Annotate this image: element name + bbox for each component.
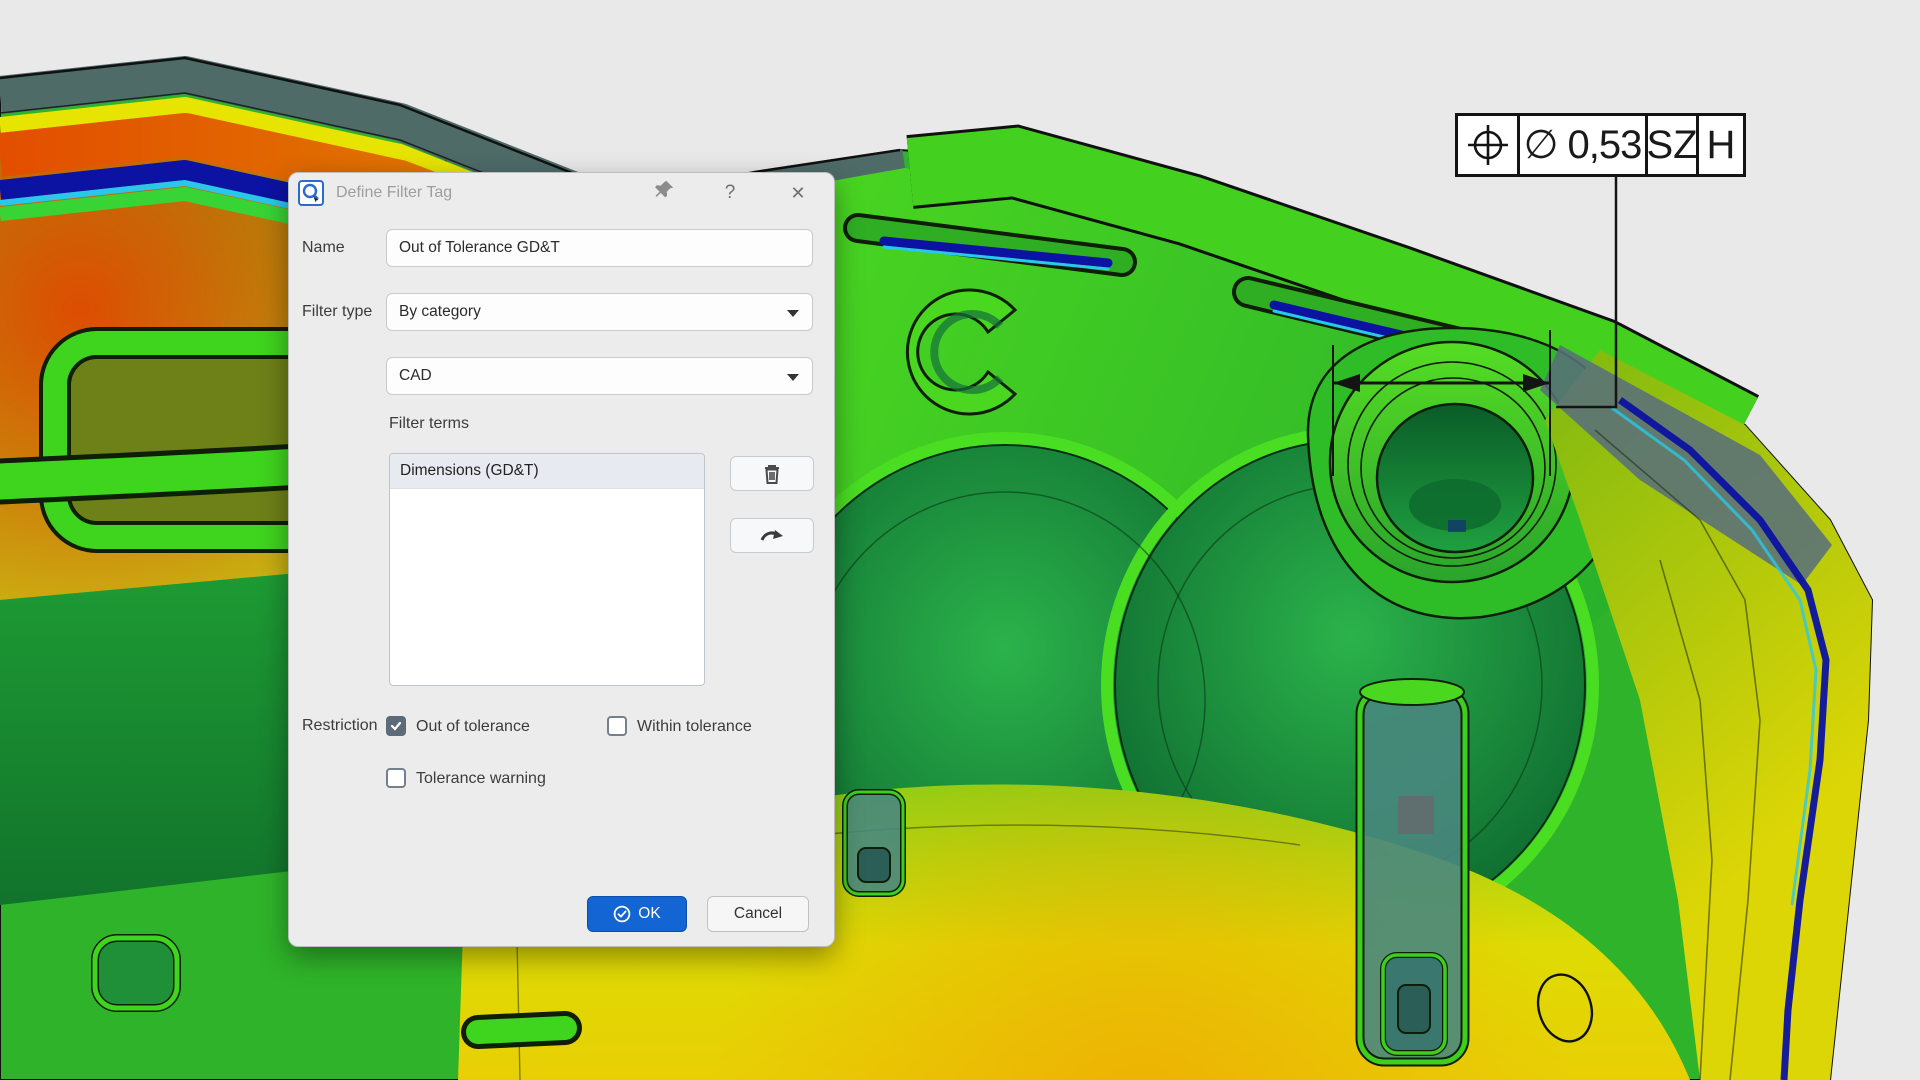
filter-type-dropdown[interactable]: By category: [386, 293, 813, 331]
redo-term-button[interactable]: [730, 518, 814, 553]
delete-term-button[interactable]: [730, 456, 814, 491]
category-value: CAD: [399, 367, 432, 384]
ok-check-icon: [613, 905, 631, 923]
gdt-feature-control-frame[interactable]: ∅ 0,53 SZ H: [1455, 113, 1746, 177]
cancel-button-label: Cancel: [734, 905, 782, 923]
filter-tag-icon: [298, 180, 324, 206]
ok-button-label: OK: [638, 905, 660, 923]
gdt-tolerance-value: ∅ 0,53: [1517, 116, 1645, 174]
application-window: ∅ 0,53 SZ H Define Filter Tag ? ✕ Name: [0, 0, 1920, 1080]
name-input[interactable]: [386, 229, 813, 267]
ok-button[interactable]: OK: [587, 896, 687, 932]
list-item[interactable]: Dimensions (GD&T): [390, 454, 704, 489]
position-tolerance-icon: [1458, 116, 1517, 174]
name-label: Name: [302, 239, 345, 257]
help-button[interactable]: ?: [715, 179, 745, 207]
dialog-titlebar[interactable]: Define Filter Tag ? ✕: [289, 173, 834, 213]
cylindrical-boss-feature: [1330, 342, 1574, 582]
gdt-zone-modifier: SZ: [1645, 116, 1696, 174]
gdt-datum-reference: H: [1696, 116, 1743, 174]
dialog-title: Define Filter Tag: [336, 173, 452, 213]
restriction-label: Restriction: [302, 717, 378, 735]
clip-tower-feature: [1360, 679, 1465, 1062]
filter-terms-label: Filter terms: [389, 415, 469, 433]
out-of-tolerance-label: Out of tolerance: [416, 717, 530, 737]
checkbox-tolerance-warning[interactable]: [386, 768, 406, 788]
cancel-button[interactable]: Cancel: [707, 896, 809, 932]
redo-arrow-icon: [759, 527, 785, 545]
checkbox-out-of-tolerance[interactable]: [386, 716, 406, 736]
close-icon[interactable]: ✕: [783, 179, 813, 207]
filter-type-value: By category: [399, 303, 481, 320]
filter-terms-list[interactable]: Dimensions (GD&T): [389, 453, 705, 686]
pin-icon[interactable]: [649, 179, 679, 207]
trash-icon: [762, 463, 782, 485]
category-dropdown[interactable]: CAD: [386, 357, 813, 395]
checkbox-within-tolerance[interactable]: [607, 716, 627, 736]
within-tolerance-label: Within tolerance: [637, 717, 752, 737]
tolerance-warning-label: Tolerance warning: [416, 769, 546, 789]
filter-type-label: Filter type: [302, 303, 372, 321]
define-filter-tag-dialog: Define Filter Tag ? ✕ Name Filter type B…: [288, 172, 835, 947]
small-clip-feature: [845, 792, 903, 894]
